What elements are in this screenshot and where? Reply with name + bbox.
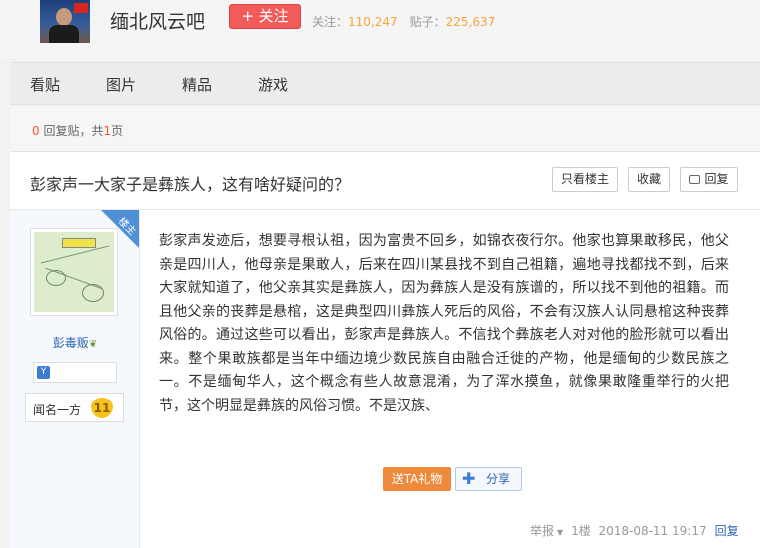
plus-icon: ✚: [462, 469, 476, 488]
forum-nav: 看贴 图片 精品 游戏: [10, 62, 760, 105]
forum-avatar[interactable]: [40, 0, 90, 43]
forum-header: 缅北风云吧 + 关注 关注：110,247 贴子：225,637: [0, 0, 760, 58]
favorite-button[interactable]: 收藏: [628, 167, 670, 192]
nav-item-featured[interactable]: 精品: [182, 74, 212, 95]
forum-name[interactable]: 缅北风云吧: [110, 7, 205, 34]
author-panel: 楼主 彭毒贩❦ Y 闻名一方 11: [10, 210, 140, 548]
post-timestamp: 2018-08-11 19:17: [598, 524, 707, 538]
follow-count: 110,247: [348, 15, 398, 29]
post-body: 彭家声发迹后，想要寻根认祖，因为富贵不回乡，如锦衣夜行尔。他家也算果敢移民，他父…: [159, 233, 729, 414]
level-title: 闻名一方: [33, 403, 82, 417]
nav-item-pictures[interactable]: 图片: [106, 74, 136, 95]
pager-bar: 0 回复贴，共1页: [10, 106, 760, 152]
thread-title-bar: 彭家声一大家子是彝族人，这有啥好疑问的？ 只看楼主 收藏 回复: [10, 152, 760, 210]
send-gift-button[interactable]: 送TA礼物: [383, 467, 451, 491]
reply-summary: 0 回复贴，共1页: [32, 124, 124, 138]
posts-stat-label: 贴子：: [409, 15, 446, 29]
reply-count: 0: [32, 124, 40, 138]
page-count: 1: [103, 124, 112, 138]
avatar-image: [34, 232, 114, 312]
caret-down-icon[interactable]: ▼: [557, 528, 563, 537]
follow-button[interactable]: + 关注: [229, 4, 301, 29]
member-badge-box: Y: [33, 362, 117, 383]
reply-icon: [689, 175, 701, 184]
level-badge: 11: [91, 398, 113, 418]
forum-stats: 关注：110,247 贴子：225,637: [312, 13, 495, 30]
reply-link[interactable]: 回复: [715, 524, 739, 538]
share-button[interactable]: ✚ 分享: [455, 467, 522, 491]
nav-item-posts[interactable]: 看贴: [30, 74, 60, 95]
thread-title: 彭家声一大家子是彝族人，这有啥好疑问的？: [30, 175, 351, 194]
posts-count: 225,637: [445, 15, 496, 29]
floor-number: 1楼: [571, 524, 591, 538]
post-footer: 举报 ▼ 1楼 2018-08-11 19:17 回复: [530, 522, 739, 539]
vip-badge-icon[interactable]: Y: [37, 366, 50, 379]
reply-button[interactable]: 回复: [680, 167, 738, 192]
follow-stat-label: 关注：: [312, 15, 349, 29]
nav-item-games[interactable]: 游戏: [258, 74, 288, 95]
level-box[interactable]: 闻名一方 11: [25, 393, 124, 422]
author-avatar[interactable]: [30, 228, 118, 316]
report-link[interactable]: 举报: [530, 524, 554, 538]
post-content: 彭家声发迹后，想要寻根认祖，因为富贵不回乡，如锦衣夜行尔。他家也算果敢移民，他父…: [140, 210, 760, 548]
author-name[interactable]: 彭毒贩❦: [10, 334, 140, 351]
leaf-icon: ❦: [88, 339, 98, 350]
only-op-button[interactable]: 只看楼主: [552, 167, 618, 192]
flag-icon: [74, 3, 88, 13]
